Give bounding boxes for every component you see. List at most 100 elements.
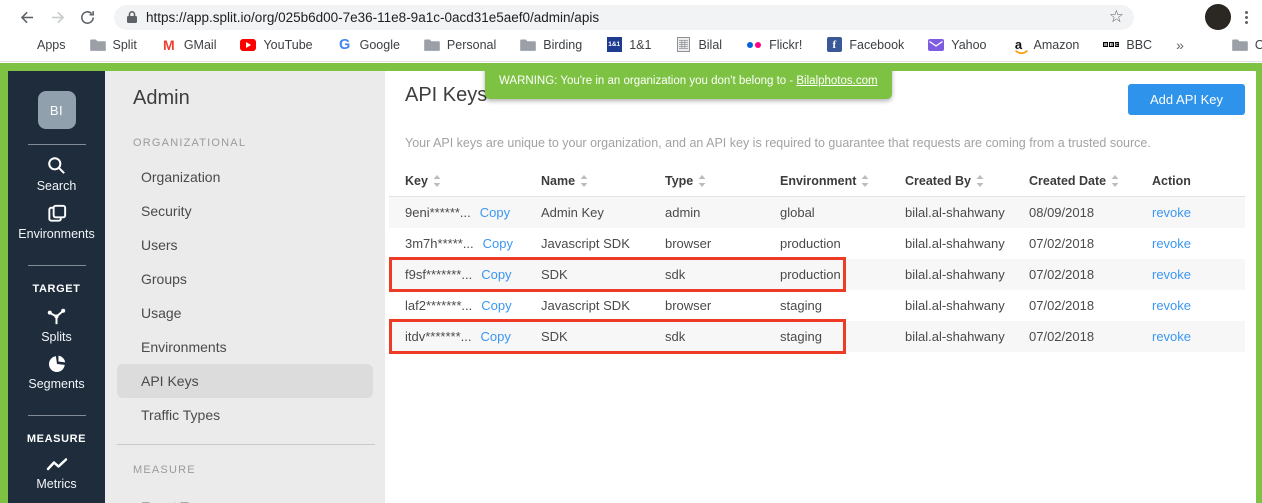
folder-icon — [520, 37, 536, 53]
admin-item-users[interactable]: Users — [117, 228, 373, 262]
bookmark-other-bookmarks[interactable]: Other Bookmarks — [1232, 37, 1262, 53]
bookmark-bbc[interactable]: BBC BBC — [1103, 37, 1152, 53]
folder-icon — [90, 37, 106, 53]
column-header-name[interactable]: Name — [525, 174, 649, 188]
copy-link[interactable]: Copy — [481, 298, 511, 313]
segments-pie-icon — [46, 353, 68, 375]
bookmark-label: Yahoo — [951, 38, 986, 52]
admin-item-event-types[interactable]: Event Types — [117, 490, 373, 503]
document-grid-icon — [675, 37, 691, 53]
bookmarks-bar: Apps Split M GMail YouTube G Google Pers… — [0, 32, 1262, 62]
bookmark-star-icon[interactable]: ☆ — [1109, 7, 1124, 27]
revoke-link[interactable]: revoke — [1152, 236, 1191, 251]
sidebar-item-splits[interactable]: Splits — [41, 305, 72, 344]
browser-menu-icon[interactable] — [1245, 11, 1248, 24]
page-description: Your API keys are unique to your organiz… — [405, 136, 1256, 150]
profile-avatar[interactable] — [1205, 4, 1231, 30]
column-label: Type — [665, 174, 693, 188]
sidebar-item-environments[interactable]: Environments — [18, 202, 94, 241]
column-header-created-date[interactable]: Created Date — [1013, 174, 1136, 188]
api-key-masked: 9eni******... — [405, 205, 471, 220]
key-created-date: 07/02/2018 — [1013, 329, 1136, 344]
revoke-link[interactable]: revoke — [1152, 329, 1191, 344]
browser-controls — [1205, 4, 1252, 30]
key-type: admin — [649, 205, 764, 220]
gmail-icon: M — [161, 37, 177, 53]
key-created-date: 07/02/2018 — [1013, 267, 1136, 282]
flickr-icon — [746, 37, 762, 53]
sidebar-divider — [28, 265, 86, 266]
bookmark-facebook[interactable]: f Facebook — [826, 37, 904, 53]
admin-sidebar-divider — [117, 444, 375, 445]
admin-item-usage[interactable]: Usage — [117, 296, 373, 330]
bookmark-youtube[interactable]: YouTube — [240, 37, 312, 53]
sidebar-item-search[interactable]: Search — [37, 154, 77, 193]
api-key-masked: f9sf*******... — [405, 267, 472, 282]
bookmarks-overflow-chevron[interactable]: » — [1176, 37, 1184, 53]
bookmark-label: Birding — [543, 38, 582, 52]
bookmark-google[interactable]: G Google — [337, 37, 400, 53]
google-icon: G — [337, 37, 353, 53]
column-header-type[interactable]: Type — [649, 174, 764, 188]
bookmark-bilal[interactable]: Bilal — [675, 37, 722, 53]
admin-item-api-keys[interactable]: API Keys — [117, 364, 373, 398]
environments-stack-icon — [45, 202, 69, 225]
admin-item-security[interactable]: Security — [117, 194, 373, 228]
column-header-created-by[interactable]: Created By — [889, 174, 1013, 188]
sidebar-item-label: Search — [37, 179, 77, 193]
apps-grid-icon — [14, 37, 30, 53]
copy-link[interactable]: Copy — [480, 329, 510, 344]
revoke-link[interactable]: revoke — [1152, 267, 1191, 282]
revoke-link[interactable]: revoke — [1152, 298, 1191, 313]
sidebar-item-segments[interactable]: Segments — [28, 353, 84, 391]
sidebar-section-target: TARGET — [32, 283, 80, 295]
org-avatar[interactable]: BI — [38, 91, 76, 129]
1and1-icon: 1&1 — [606, 37, 622, 53]
key-environment: production — [764, 267, 889, 282]
bookmark-label: Apps — [37, 38, 66, 52]
copy-link[interactable]: Copy — [483, 236, 513, 251]
bookmark-personal[interactable]: Personal — [424, 37, 496, 53]
main-content: WARNING: You're in an organization you d… — [385, 71, 1256, 503]
column-header-key[interactable]: Key — [389, 174, 525, 188]
bookmark-amazon[interactable]: a Amazon — [1011, 37, 1080, 53]
warning-org-link[interactable]: Bilalphotos.com — [796, 75, 877, 87]
key-name: Javascript SDK — [525, 236, 649, 251]
forward-icon — [48, 8, 67, 27]
column-label: Environment — [780, 174, 856, 188]
add-api-key-button[interactable]: Add API Key — [1128, 84, 1245, 115]
admin-item-organization[interactable]: Organization — [117, 160, 373, 194]
key-created-date: 07/02/2018 — [1013, 298, 1136, 313]
url-bar[interactable]: https://app.split.io/org/025b6d00-7e36-1… — [114, 5, 1134, 30]
admin-sidebar: Admin ORGANIZATIONAL Organization Securi… — [105, 71, 385, 503]
bookmark-label: Split — [113, 38, 137, 52]
back-icon — [18, 8, 37, 27]
copy-link[interactable]: Copy — [481, 267, 511, 282]
bookmark-label: Personal — [447, 38, 496, 52]
bookmark-flickr[interactable]: Flickr! — [746, 37, 802, 53]
organizational-section-header: ORGANIZATIONAL — [133, 137, 385, 149]
bookmark-label: Amazon — [1034, 38, 1080, 52]
bookmark-apps[interactable]: Apps — [14, 37, 66, 53]
key-environment: staging — [764, 329, 889, 344]
api-key-masked: laf2*******... — [405, 298, 472, 313]
bookmark-1and1[interactable]: 1&1 1&1 — [606, 37, 651, 53]
bookmark-split[interactable]: Split — [90, 37, 137, 53]
revoke-link[interactable]: revoke — [1152, 205, 1191, 220]
bookmark-yahoo[interactable]: Yahoo — [928, 37, 986, 53]
reload-button[interactable] — [74, 4, 100, 30]
folder-icon — [424, 37, 440, 53]
forward-button[interactable] — [44, 4, 70, 30]
column-header-environment[interactable]: Environment — [764, 174, 889, 188]
table-row: 3m7h*****...Copy Javascript SDK browser … — [389, 228, 1245, 259]
sidebar-item-metrics[interactable]: Metrics — [36, 455, 76, 491]
key-created-by: bilal.al-shahwany — [889, 205, 1013, 220]
admin-item-environments[interactable]: Environments — [117, 330, 373, 364]
copy-link[interactable]: Copy — [480, 205, 510, 220]
back-button[interactable] — [14, 4, 40, 30]
admin-item-groups[interactable]: Groups — [117, 262, 373, 296]
bookmark-birding[interactable]: Birding — [520, 37, 582, 53]
bookmark-gmail[interactable]: M GMail — [161, 37, 217, 53]
admin-item-traffic-types[interactable]: Traffic Types — [117, 398, 373, 432]
sort-icon — [580, 175, 588, 187]
